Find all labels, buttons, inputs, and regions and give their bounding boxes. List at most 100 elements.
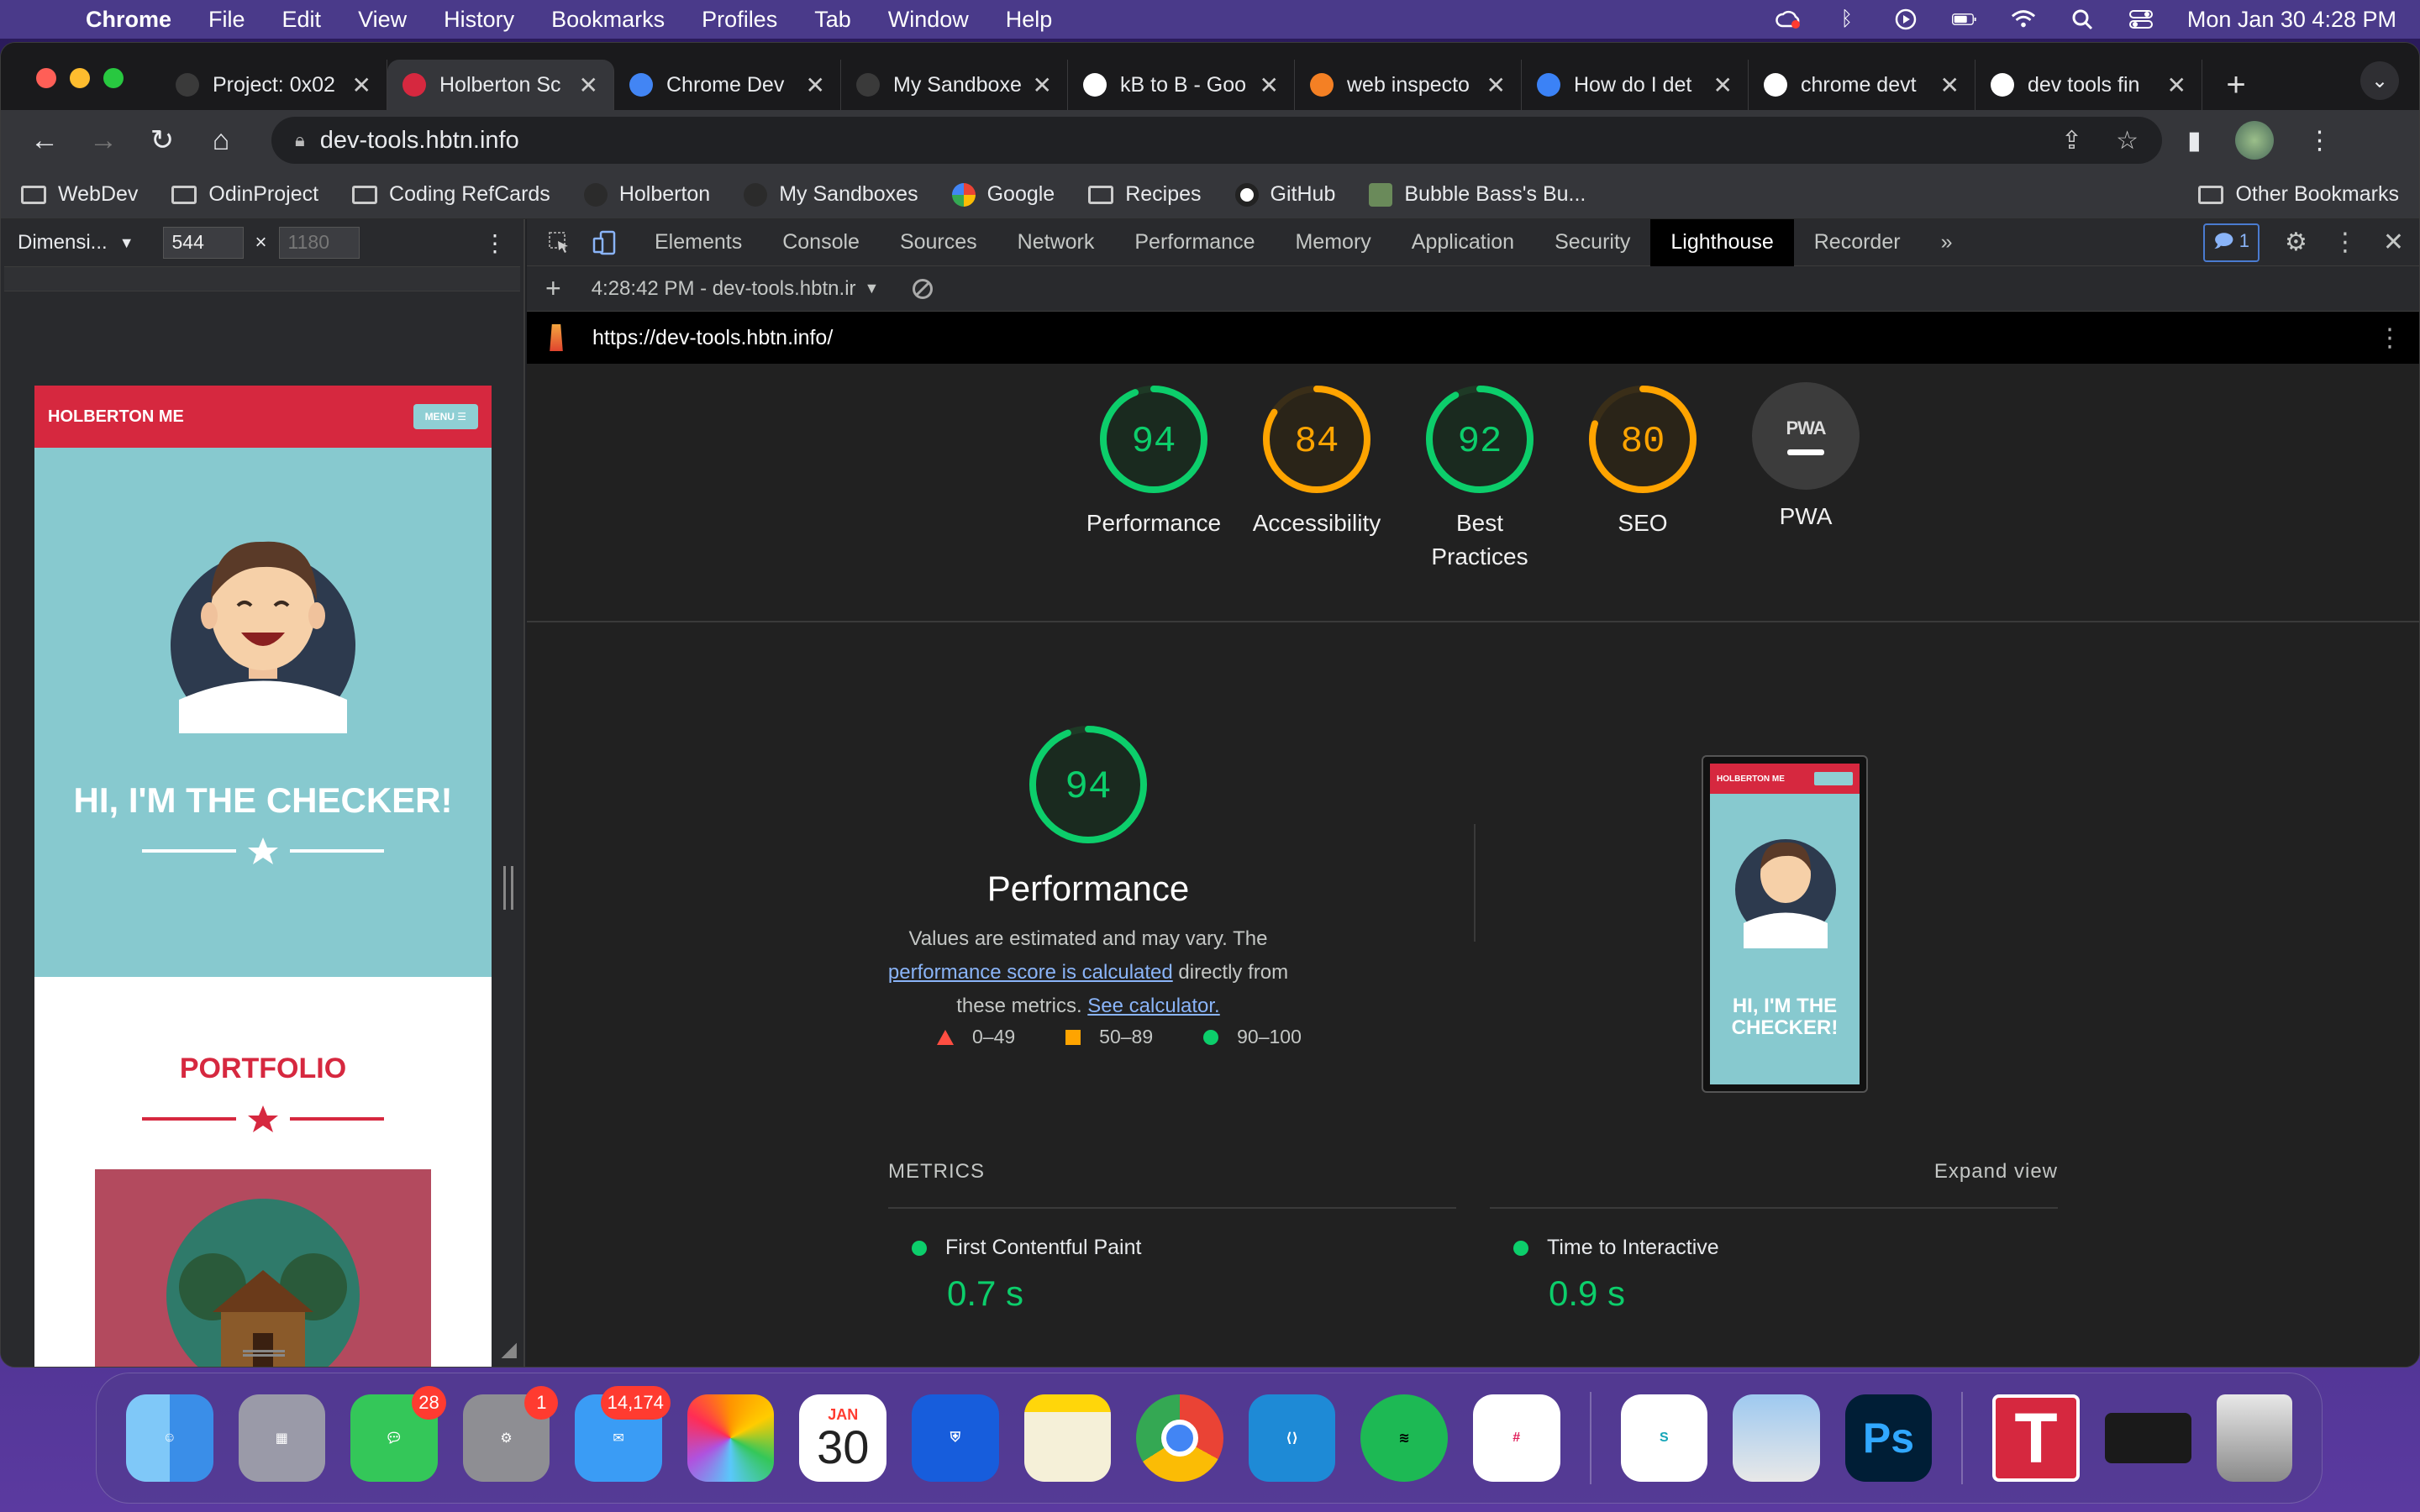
vscode-icon[interactable]: ⟨⟩ [1248, 1394, 1336, 1482]
devtools-tab-performance[interactable]: Performance [1114, 219, 1275, 266]
devtools-tab-lighthouse[interactable]: Lighthouse [1650, 218, 1794, 266]
spotlight-search-icon[interactable] [2070, 8, 2095, 30]
new-tab-button[interactable]: + [2211, 60, 2261, 110]
browser-tab[interactable]: Chrome Dev ✕ [614, 60, 841, 110]
wifi-icon[interactable] [2011, 8, 2036, 30]
browser-tab[interactable]: kB to B - Goo ✕ [1068, 60, 1295, 110]
bookmark-webdev[interactable]: WebDev [21, 182, 138, 207]
chrome-icon[interactable] [1136, 1394, 1223, 1482]
tab-close-icon[interactable]: ✕ [2167, 71, 2186, 99]
device-toolbar-more-icon[interactable]: ⋮ [483, 229, 507, 257]
devtools-settings-gear-icon[interactable]: ⚙ [2285, 228, 2307, 257]
menu-tab[interactable]: Tab [814, 7, 851, 33]
devtools-tab-security[interactable]: Security [1534, 219, 1650, 266]
menu-bar-clock[interactable]: Mon Jan 30 4:28 PM [2187, 7, 2396, 33]
bookmark-odinproject[interactable]: OdinProject [171, 182, 318, 207]
viewport-resize-handle[interactable] [503, 866, 513, 910]
tab-close-icon[interactable]: ✕ [352, 71, 371, 99]
lock-icon[interactable]: 🔒︎ [295, 129, 305, 151]
menu-file[interactable]: File [208, 7, 245, 33]
back-arrow-icon[interactable]: ← [21, 124, 68, 157]
devtools-tab-elements[interactable]: Elements [634, 219, 762, 266]
report-selector-caret-icon[interactable]: ▼ [865, 280, 880, 297]
window-minimize-button[interactable] [70, 68, 90, 88]
spotify-icon[interactable]: ≋ [1360, 1394, 1448, 1482]
devtools-tab-network[interactable]: Network [997, 219, 1115, 266]
messages-icon[interactable]: 💬︎ 28 [350, 1386, 446, 1482]
photos-icon[interactable] [687, 1394, 775, 1482]
devtools-tab-sources[interactable]: Sources [880, 219, 997, 266]
profile-avatar[interactable] [2234, 121, 2274, 160]
window-close-button[interactable] [36, 68, 56, 88]
tab-close-icon[interactable]: ✕ [1940, 71, 1960, 99]
issues-badge[interactable]: 🗩︎ 1 [2203, 223, 2260, 262]
bookmark-star-icon[interactable]: ☆ [2116, 126, 2139, 155]
creative-cloud-icon[interactable] [1776, 8, 1801, 30]
slack-icon[interactable]: # [1472, 1394, 1560, 1482]
device-height-input[interactable]: 1180 [278, 227, 360, 259]
photoshop-icon[interactable]: Ps [1844, 1394, 1933, 1482]
preview-icon[interactable] [1733, 1394, 1820, 1482]
media-play-icon[interactable] [1893, 8, 1918, 30]
window-zoom-button[interactable] [103, 68, 124, 88]
tab-close-icon[interactable]: ✕ [806, 71, 825, 99]
system-settings-icon[interactable]: ⚙ 1 [462, 1386, 559, 1482]
bookmark-google[interactable]: Google [951, 182, 1055, 207]
menu-history[interactable]: History [444, 7, 514, 33]
side-panel-icon[interactable]: ▮ [2187, 126, 2202, 155]
home-icon[interactable]: ⌂ [197, 124, 245, 157]
bookmark-recipes[interactable]: Recipes [1088, 182, 1202, 207]
reload-icon[interactable]: ↻ [139, 123, 186, 157]
launchpad-icon[interactable]: ▦ [238, 1394, 326, 1482]
device-preset-dropdown[interactable]: Dimensi... [18, 231, 108, 255]
typora-icon[interactable]: T [1992, 1394, 2080, 1482]
browser-tab[interactable]: dev tools fin ✕ [1975, 60, 2202, 110]
menu-edit[interactable]: Edit [282, 7, 322, 33]
address-bar[interactable]: 🔒︎ dev-tools.hbtn.info ⇪ ☆ [271, 117, 2162, 164]
menu-profiles[interactable]: Profiles [702, 7, 777, 33]
gauge-performance[interactable]: 94 Performance [1070, 382, 1238, 540]
menu-bookmarks[interactable]: Bookmarks [551, 7, 665, 33]
calendar-icon[interactable]: JAN 30 [799, 1394, 887, 1482]
performance-score-link[interactable]: performance score is calculated [888, 961, 1173, 984]
devtools-tab-application[interactable]: Application [1392, 219, 1534, 266]
media-query-ruler[interactable] [4, 266, 520, 291]
devtools-tab-memory[interactable]: Memory [1275, 219, 1391, 266]
menu-window[interactable]: Window [888, 7, 969, 33]
device-width-input[interactable]: 544 [162, 227, 244, 259]
browser-tab-active[interactable]: Holberton Sc ✕ [387, 60, 614, 110]
bookmark-coding-refcards[interactable]: Coding RefCards [352, 182, 550, 207]
forward-arrow-icon[interactable]: → [80, 124, 127, 157]
gauge-pwa[interactable]: PWA PWA [1722, 382, 1890, 533]
surfshark-icon[interactable]: S [1620, 1394, 1708, 1482]
finder-icon[interactable]: ☺ [126, 1394, 213, 1482]
mail-icon[interactable]: ✉ 14,174 [575, 1386, 671, 1482]
control-center-icon[interactable] [2128, 8, 2154, 30]
gauge-best-practices[interactable]: 92 Best Practices [1396, 382, 1564, 574]
new-report-plus-icon[interactable]: + [545, 273, 561, 304]
see-calculator-link[interactable]: See calculator. [1087, 995, 1219, 1017]
chrome-menu-icon[interactable]: ⋮ [2307, 126, 2333, 155]
bluetooth-icon[interactable]: ᛒ [1834, 8, 1860, 30]
address-bar-url[interactable]: dev-tools.hbtn.info [320, 127, 519, 155]
devtools-close-icon[interactable]: ✕ [2383, 228, 2404, 257]
expand-view-toggle[interactable]: Expand view [1934, 1160, 2058, 1184]
browser-tab[interactable]: Project: 0x02 ✕ [160, 60, 387, 110]
gauge-seo[interactable]: 80 SEO [1559, 382, 1727, 540]
bookmark-github[interactable]: GitHub [1234, 182, 1335, 207]
tab-close-icon[interactable]: ✕ [1260, 71, 1279, 99]
gauge-accessibility[interactable]: 84 Accessibility [1233, 382, 1401, 540]
portfolio-item-cabin[interactable] [95, 1169, 431, 1367]
browser-tab[interactable]: How do I det ✕ [1522, 60, 1749, 110]
browser-tab[interactable]: web inspecto ✕ [1295, 60, 1522, 110]
devtools-tab-recorder[interactable]: Recorder [1794, 219, 1921, 266]
menu-help[interactable]: Help [1006, 7, 1053, 33]
browser-tab[interactable]: chrome devt ✕ [1749, 60, 1975, 110]
report-selector[interactable]: 4:28:42 PM - dev-tools.hbtn.ir [592, 277, 856, 301]
bookmark-holberton[interactable]: Holberton [583, 182, 710, 207]
bitwarden-shield-icon[interactable]: ⛨ [912, 1394, 999, 1482]
bookmark-bubble-bass[interactable]: Bubble Bass's Bu... [1369, 182, 1586, 207]
report-more-options-icon[interactable]: ⋮ [2377, 323, 2402, 353]
notes-icon[interactable] [1023, 1394, 1112, 1482]
emulated-viewport[interactable]: HOLBERTON ME MENU ☰ HI, I'M THE CHECKER! [34, 386, 492, 1367]
